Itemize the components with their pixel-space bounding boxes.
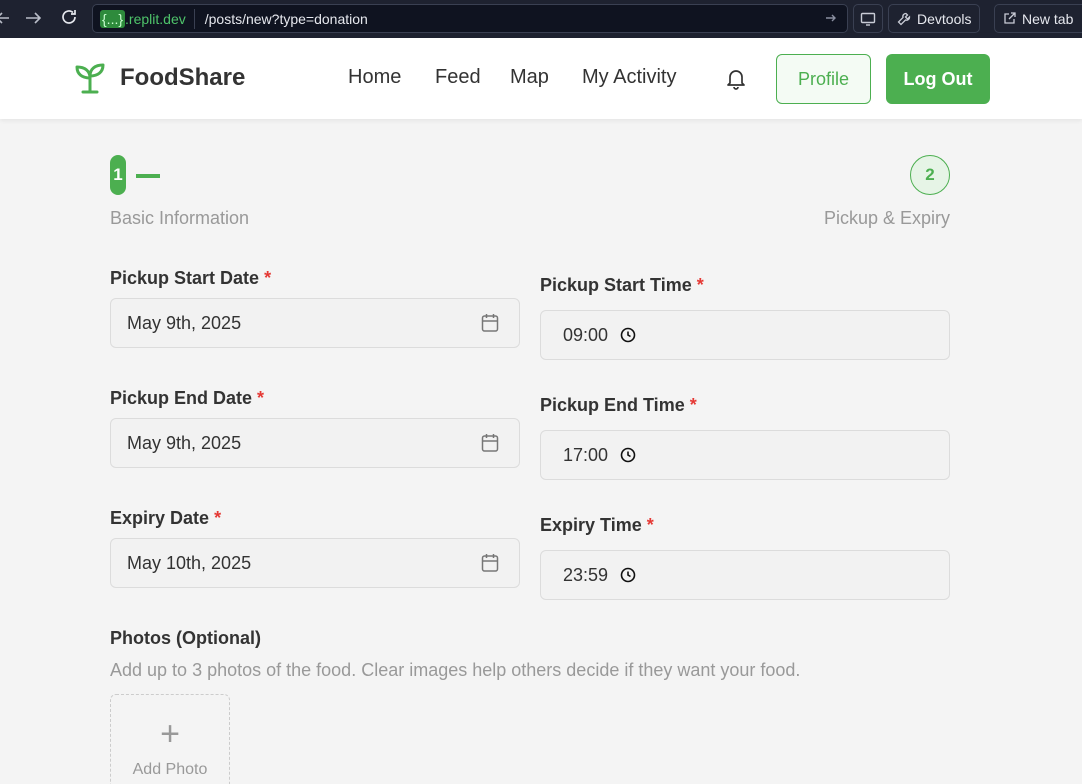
pickup-end-date-value: May 9th, 2025: [127, 432, 242, 453]
pickup-start-time-input[interactable]: 09:00: [540, 310, 950, 360]
plus-icon: +: [160, 715, 180, 753]
url-separator: [193, 8, 195, 29]
pickup-start-date-input[interactable]: May 9th, 2025: [110, 298, 520, 348]
pickup-start-date-value: May 9th, 2025: [127, 312, 242, 333]
pickup-start-date-label-text: Pickup Start Date: [110, 268, 260, 288]
expiry-time-input[interactable]: 23:59: [540, 550, 950, 600]
clock-icon[interactable]: [620, 327, 636, 343]
expiry-date-label: Expiry Date *: [110, 508, 221, 529]
sprout-icon: [75, 63, 105, 94]
pickup-end-time-label: Pickup End Time *: [540, 395, 697, 416]
external-link-icon: [1004, 12, 1016, 24]
address-bar[interactable]: {...} .replit.dev /posts/new?type=donatio…: [92, 4, 848, 33]
devtools-label: Devtools: [917, 10, 972, 27]
nav-home[interactable]: Home: [348, 66, 401, 89]
required-asterisk: *: [257, 388, 265, 408]
devtools-button[interactable]: Devtools: [888, 4, 981, 33]
brand-logo[interactable]: FoodShare: [74, 62, 245, 94]
step-progress-line: [136, 174, 160, 178]
nav-feed[interactable]: Feed: [435, 66, 481, 89]
clock-icon[interactable]: [620, 567, 636, 583]
required-asterisk: *: [696, 275, 704, 295]
photos-section-title: Photos (Optional): [110, 628, 261, 648]
profile-button[interactable]: Profile: [776, 54, 871, 104]
pickup-end-time-label-text: Pickup End Time: [540, 395, 685, 415]
pickup-end-date-input[interactable]: May 9th, 2025: [110, 418, 520, 468]
pickup-start-time-label: Pickup Start Time *: [540, 275, 704, 296]
expiry-time-label-text: Expiry Time: [540, 515, 642, 535]
step-1-label: Basic Information: [110, 208, 250, 228]
expiry-date-input[interactable]: May 10th, 2025: [110, 538, 520, 588]
wrench-icon: [897, 12, 911, 25]
logout-button[interactable]: Log Out: [886, 54, 990, 104]
screen-icon[interactable]: [853, 4, 883, 33]
expiry-date-value: May 10th, 2025: [127, 552, 252, 573]
pickup-start-date-label: Pickup Start Date *: [110, 268, 271, 289]
brand-name: FoodShare: [120, 64, 246, 91]
required-asterisk: *: [214, 508, 222, 528]
nav-my-activity[interactable]: My Activity: [582, 66, 676, 89]
required-asterisk: *: [646, 515, 654, 535]
pickup-start-time-value: 09:00: [563, 324, 609, 345]
calendar-icon[interactable]: [481, 313, 499, 333]
new-tab-label: New tab: [1022, 10, 1074, 27]
step-1-indicator: 1: [110, 155, 126, 195]
browser-toolbar: {...} .replit.dev /posts/new?type=donatio…: [0, 0, 1082, 38]
required-asterisk: *: [264, 268, 272, 288]
app-header: FoodShare Home Feed Map My Activity Prof…: [0, 38, 1082, 119]
add-photo-button[interactable]: + Add Photo: [110, 694, 230, 784]
url-domain: {...} .replit.dev: [100, 9, 186, 28]
forward-arrow-icon[interactable]: [18, 9, 48, 30]
calendar-icon[interactable]: [481, 553, 499, 573]
reload-icon[interactable]: [54, 8, 84, 31]
go-arrow-icon[interactable]: [825, 11, 837, 27]
pickup-end-time-input[interactable]: 17:00: [540, 430, 950, 480]
pickup-end-date-label-text: Pickup End Date: [110, 388, 253, 408]
calendar-icon[interactable]: [481, 433, 499, 453]
url-domain-rest: .replit.dev: [125, 10, 186, 27]
expiry-time-label: Expiry Time *: [540, 515, 654, 536]
step-2-indicator: 2: [910, 155, 950, 195]
url-path: /posts/new?type=donation: [204, 10, 368, 27]
pickup-start-time-label-text: Pickup Start Time: [540, 275, 692, 295]
expiry-time-value: 23:59: [563, 564, 609, 585]
back-arrow-icon[interactable]: [0, 9, 10, 30]
url-domain-braces: {...}: [100, 9, 126, 28]
clock-icon[interactable]: [620, 447, 636, 463]
pickup-end-date-label: Pickup End Date *: [110, 388, 264, 409]
photos-section-description: Add up to 3 photos of the food. Clear im…: [110, 660, 801, 680]
required-asterisk: *: [689, 395, 697, 415]
new-tab-button[interactable]: New tab: [994, 4, 1082, 33]
nav-map[interactable]: Map: [510, 66, 549, 89]
pickup-end-time-value: 17:00: [563, 444, 609, 465]
step-2-label: Pickup & Expiry: [824, 208, 951, 228]
add-photo-label: Add Photo: [132, 761, 208, 778]
bell-icon[interactable]: [726, 68, 746, 95]
expiry-date-label-text: Expiry Date: [110, 508, 210, 528]
